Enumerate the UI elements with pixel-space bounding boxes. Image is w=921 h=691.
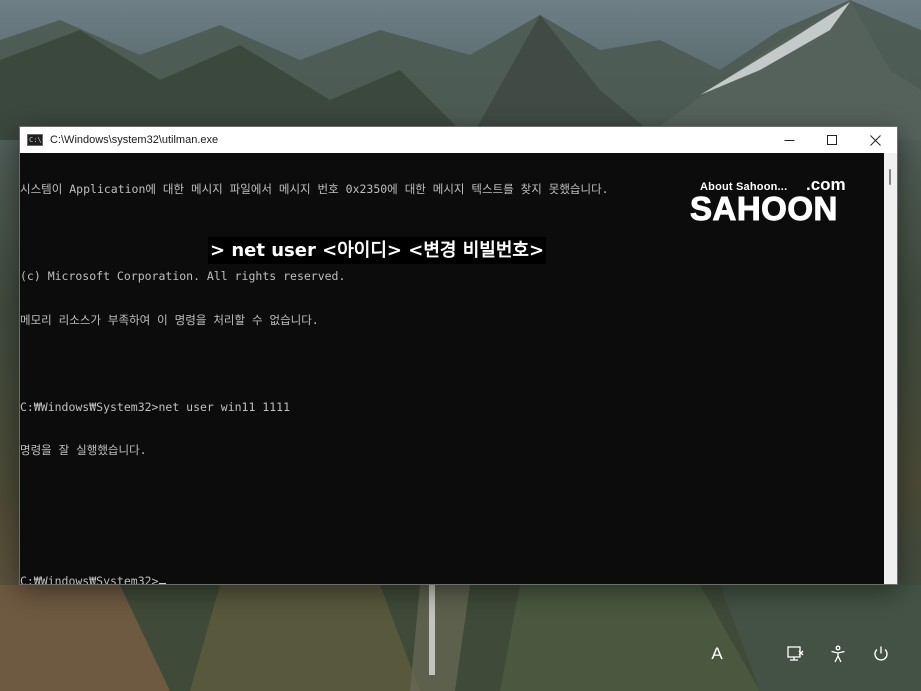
command-annotation: > net user <아이디> <변경 비빌번호> [208, 237, 547, 264]
window-titlebar[interactable]: C:\ C:\Windows\system32\utilman.exe [20, 127, 897, 153]
accessibility-button[interactable] [827, 640, 849, 668]
console-line: 명령을 잘 실행했습니다. [20, 443, 147, 457]
network-icon [787, 646, 804, 661]
maximize-button[interactable] [811, 127, 854, 153]
power-button[interactable] [870, 640, 892, 668]
minimize-button[interactable] [768, 127, 811, 153]
text-cursor [159, 582, 167, 584]
console-line: 메모리 리소스가 부족하여 이 명령을 처리할 수 없습니다. [20, 312, 319, 327]
console-line: C:₩Windows₩System32>net user win11 1111 [20, 399, 291, 414]
close-button[interactable] [854, 127, 897, 153]
console-icon: C:\ [27, 134, 43, 146]
console-line: (c) Microsoft Corporation. All rights re… [20, 269, 346, 283]
close-icon [870, 134, 881, 146]
watermark-brand: SAHOON [690, 190, 838, 227]
minimize-icon [784, 139, 795, 141]
vertical-scrollbar[interactable] [884, 153, 897, 584]
window-title: C:\Windows\system32\utilman.exe [50, 134, 219, 146]
scrollbar-thumb[interactable] [889, 169, 891, 185]
accessibility-icon [831, 645, 845, 663]
network-button[interactable] [784, 640, 806, 668]
console-prompt-line[interactable]: C:₩Windows₩System32> [20, 573, 884, 585]
language-indicator[interactable]: A [708, 640, 726, 668]
console-prompt: C:₩Windows₩System32> [20, 573, 159, 585]
maximize-icon [827, 134, 837, 145]
power-icon [874, 646, 888, 661]
window-controls [768, 127, 897, 153]
sahoon-watermark-logo: About Sahoon... .com SAHOON [688, 175, 868, 229]
lockscreen-tray: A [700, 640, 900, 668]
